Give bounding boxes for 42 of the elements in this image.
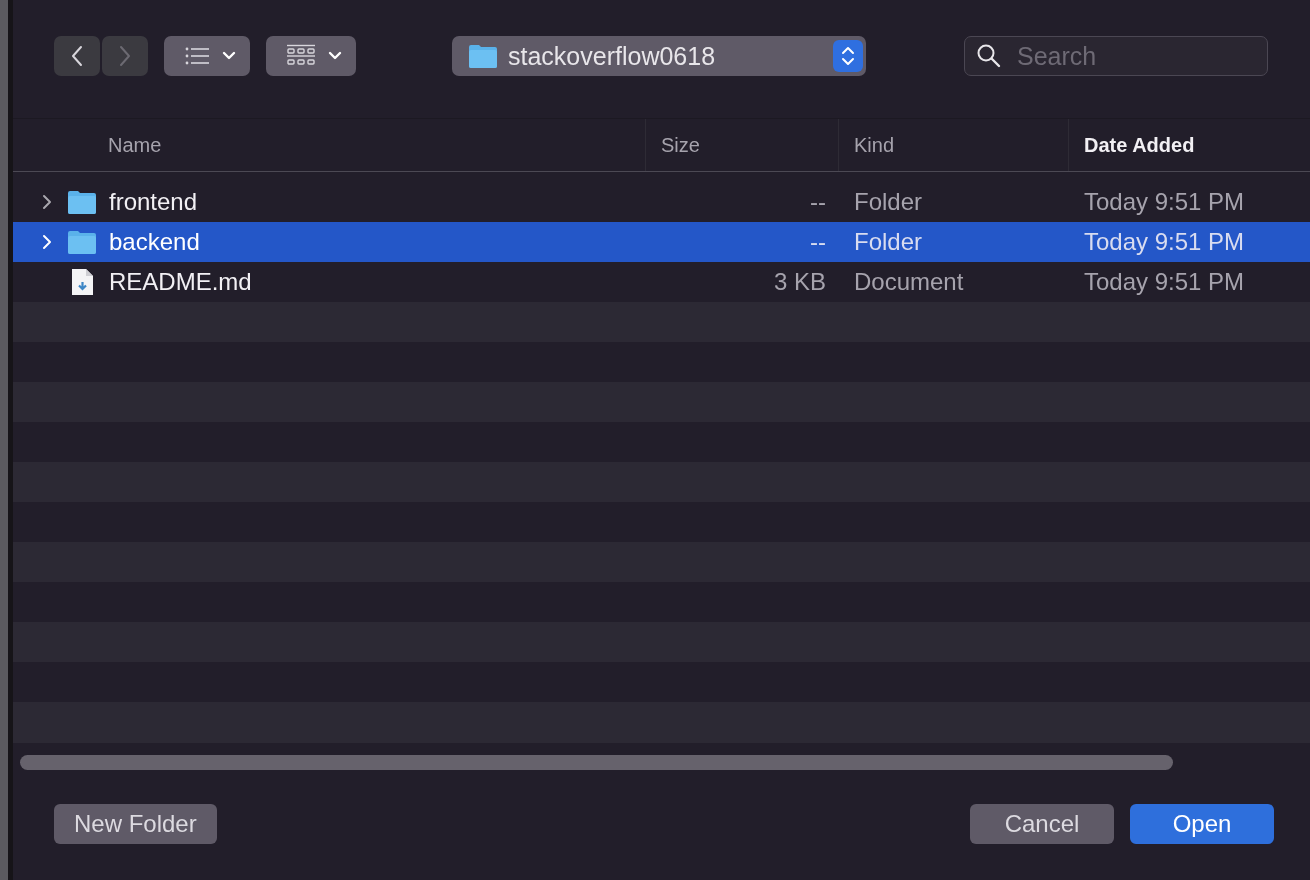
column-header[interactable]: Name bbox=[13, 118, 645, 172]
file-size: 3 KB bbox=[773, 268, 826, 297]
file-row[interactable]: backend -- Folder Today 9:51 PM bbox=[13, 222, 1310, 263]
chevron-left-icon bbox=[70, 44, 84, 68]
column-header[interactable]: Kind bbox=[838, 118, 1068, 172]
folder-icon bbox=[67, 189, 97, 216]
file-row[interactable]: README.md 3 KB Document Today 9:51 PM bbox=[13, 262, 1310, 303]
file-size: -- bbox=[810, 228, 826, 257]
search-field[interactable]: Search bbox=[964, 36, 1268, 76]
group-button[interactable] bbox=[266, 36, 356, 76]
search-icon bbox=[976, 43, 1002, 69]
scrollbar-thumb[interactable] bbox=[20, 755, 1173, 771]
caret-icon bbox=[222, 51, 236, 61]
file-kind: Folder bbox=[854, 228, 923, 257]
open-button[interactable]: Open bbox=[1130, 804, 1274, 845]
file-name[interactable]: README.md bbox=[109, 268, 252, 297]
view-mode-button[interactable] bbox=[164, 36, 250, 76]
updown-arrows-icon bbox=[833, 40, 863, 72]
file-kind: Folder bbox=[854, 188, 923, 217]
folder-icon bbox=[468, 43, 498, 69]
file-name[interactable]: backend bbox=[109, 228, 200, 257]
column-header[interactable]: Date Added bbox=[1068, 118, 1310, 172]
column-header[interactable]: Size bbox=[645, 118, 838, 172]
new-folder-button[interactable]: New Folder bbox=[54, 804, 217, 845]
disclosure-icon[interactable] bbox=[41, 234, 53, 251]
cancel-button[interactable]: Cancel bbox=[970, 804, 1114, 845]
date-added: Today 9:51 PM bbox=[1084, 228, 1245, 257]
file-row[interactable]: frontend -- Folder Today 9:51 PM bbox=[13, 182, 1310, 223]
file-name[interactable]: frontend bbox=[109, 188, 198, 217]
chevron-right-icon bbox=[118, 44, 132, 68]
date-added: Today 9:51 PM bbox=[1084, 188, 1245, 217]
folder-icon bbox=[67, 229, 97, 256]
file-kind: Document bbox=[854, 268, 964, 297]
caret-icon bbox=[328, 51, 342, 61]
disclosure-icon[interactable] bbox=[41, 194, 53, 211]
list-icon bbox=[184, 46, 210, 66]
location-popup[interactable]: stackoverflow0618 bbox=[452, 36, 866, 76]
file-size: -- bbox=[810, 188, 826, 217]
grid-icon bbox=[286, 44, 316, 68]
location-label: stackoverflow0618 bbox=[508, 41, 717, 71]
back-button[interactable] bbox=[54, 36, 100, 76]
date-added: Today 9:51 PM bbox=[1084, 268, 1245, 297]
